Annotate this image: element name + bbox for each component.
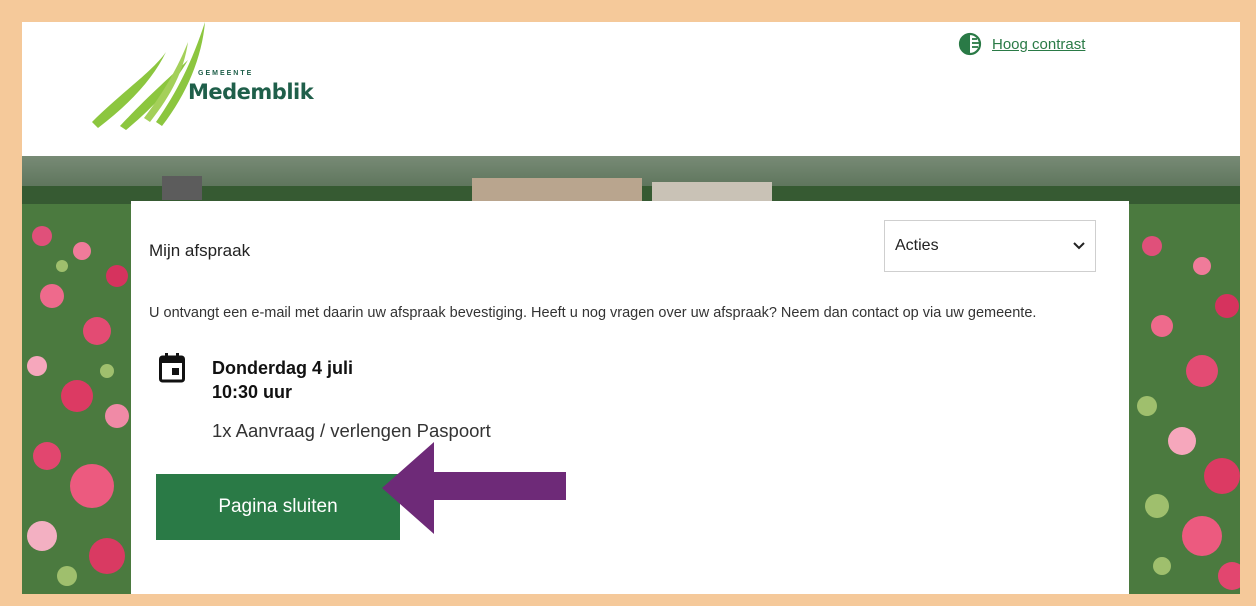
header: GEMEENTE Medemblik Hoog contrast	[22, 22, 1240, 156]
contrast-icon	[958, 32, 982, 56]
appointment-date: Donderdag 4 juli	[212, 358, 354, 378]
chevron-down-icon	[1073, 242, 1085, 250]
logo-subtitle: GEMEENTE	[198, 70, 254, 77]
high-contrast-link[interactable]: Hoog contrast	[992, 36, 1085, 53]
high-contrast-toggle[interactable]: Hoog contrast	[958, 32, 1085, 56]
confirmation-info: U ontvangt een e-mail met daarin uw afsp…	[149, 305, 1037, 321]
logo-title: Medemblik	[188, 80, 314, 104]
actions-select-value: Acties	[895, 237, 939, 254]
page-frame: GEMEENTE Medemblik Hoog contrast Mijn af…	[22, 22, 1240, 594]
purple-arrow-icon	[382, 442, 566, 534]
calendar-icon	[159, 353, 185, 383]
medemblik-logo[interactable]: GEMEENTE Medemblik	[92, 22, 322, 134]
appointment-card: Mijn afspraak Acties U ontvangt een e-ma…	[131, 201, 1129, 594]
appointment-service: 1x Aanvraag / verlengen Paspoort	[212, 420, 491, 441]
card-title: Mijn afspraak	[149, 241, 251, 260]
logo-leaves-icon	[92, 22, 205, 130]
actions-select[interactable]: Acties	[884, 220, 1096, 272]
close-page-button[interactable]: Pagina sluiten	[156, 474, 400, 540]
appointment-time: 10:30 uur	[212, 382, 293, 402]
hero-background: Mijn afspraak Acties U ontvangt een e-ma…	[22, 156, 1240, 594]
